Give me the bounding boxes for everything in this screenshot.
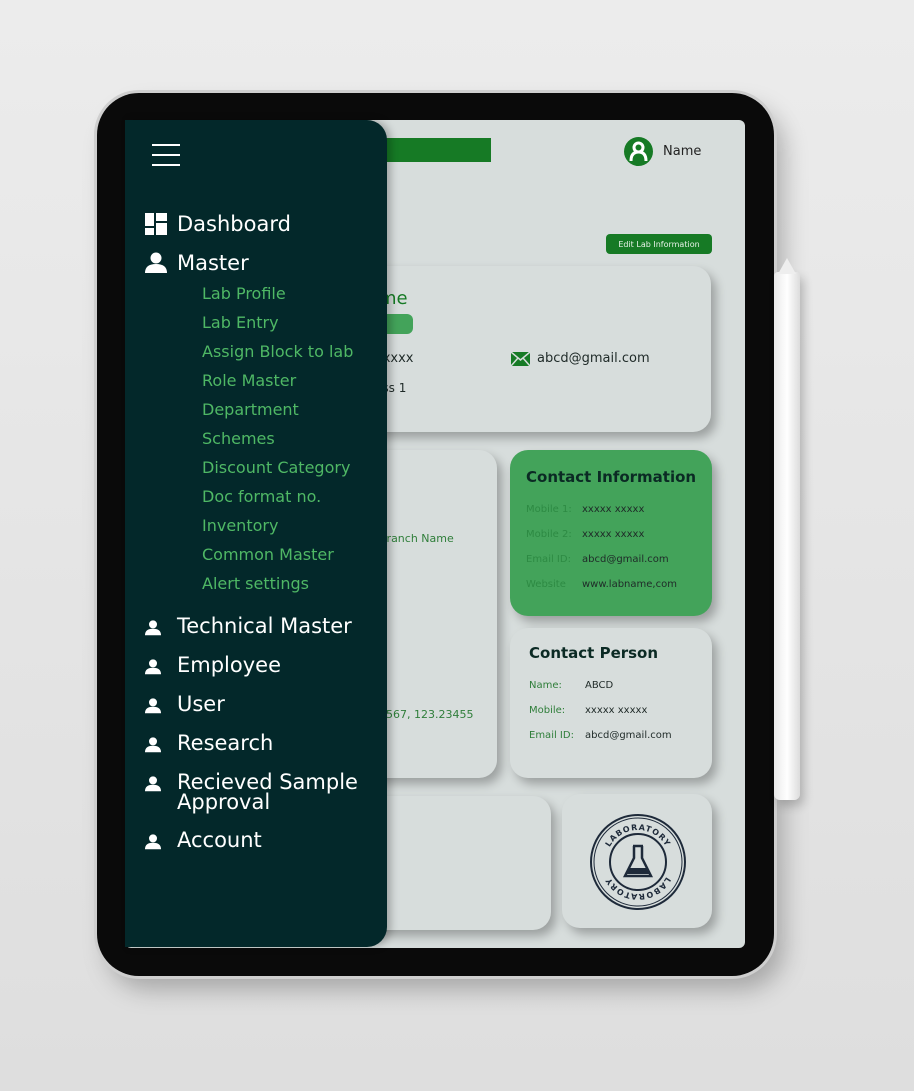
stylus (774, 258, 800, 800)
sidebar-item-label: User (177, 692, 225, 716)
contact-person-title: Contact Person (529, 644, 659, 662)
user-icon (145, 737, 161, 753)
sidebar-item[interactable]: Recieved Sample Approval (145, 770, 377, 814)
label: Mobile 1: (526, 504, 572, 515)
stamp-card: LABORATORY LABORATORY (562, 794, 712, 928)
sidebar-item-label: Account (177, 828, 262, 852)
contact-info-card: Contact Information Mobile 1: xxxxx xxxxx… (510, 450, 712, 616)
svg-text:LABORATORY: LABORATORY (604, 823, 673, 848)
sidebar: Dashboard Master Lab Profile Lab Entry Ass… (125, 120, 387, 947)
contact-info-title: Contact Information (526, 468, 697, 486)
sidebar-subitem[interactable]: Doc format no. (202, 487, 321, 506)
user-icon (145, 620, 161, 636)
user-icon (145, 834, 161, 850)
value: xxxxx xxxxx (582, 529, 645, 540)
branch-coordinates: 4567, 123.23455 (379, 708, 474, 721)
label: Name: (529, 680, 562, 691)
user-icon (145, 659, 161, 675)
label: Website (526, 579, 566, 590)
sidebar-item-label: Technical Master (177, 614, 352, 638)
value: xxxxx xxxxx (582, 504, 645, 515)
sidebar-item-label: Employee (177, 653, 282, 677)
label: Email ID: (526, 554, 571, 565)
sidebar-subitem[interactable]: Lab Entry (202, 313, 279, 332)
sidebar-subitem[interactable]: Role Master (202, 371, 296, 390)
svg-text:LABORATORY: LABORATORY (604, 876, 673, 901)
flask-icon (622, 844, 654, 878)
branch-name: Branch Name (379, 532, 454, 545)
sidebar-subitem[interactable]: Alert settings (202, 574, 309, 593)
sidebar-item[interactable]: User (145, 692, 377, 716)
contact-info-rows: Mobile 1: xxxxx xxxxx Mobile 2: xxxxx xxxx… (526, 504, 677, 604)
user-name[interactable]: Name (663, 144, 701, 159)
contact-person-rows: Name: ABCD Mobile: xxxxx xxxxx Email ID: ab… (529, 680, 672, 755)
edit-lab-info-button[interactable]: Edit Lab Information (606, 234, 712, 254)
sidebar-item-label: Recieved Sample Approval (177, 770, 358, 814)
envelope-icon (511, 352, 530, 366)
hamburger-icon[interactable] (152, 144, 180, 166)
sidebar-item-label: Dashboard (177, 212, 291, 236)
sidebar-item-dashboard[interactable]: Dashboard (145, 212, 291, 236)
user-icon (145, 252, 167, 273)
sidebar-item[interactable]: Research (145, 731, 377, 755)
value[interactable]: abcd@gmail.com (585, 730, 672, 755)
sidebar-item[interactable]: Employee (145, 653, 377, 677)
user-icon (145, 776, 161, 792)
sidebar-subitem[interactable]: Common Master (202, 545, 334, 564)
sidebar-subitem[interactable]: Department (202, 400, 299, 419)
label: Email ID: (529, 730, 574, 741)
label: Mobile: (529, 705, 566, 716)
laboratory-stamp: LABORATORY LABORATORY (590, 814, 686, 910)
dashboard-icon (145, 213, 167, 235)
sidebar-item-label: Research (177, 731, 274, 755)
label: Mobile 2: (526, 529, 572, 540)
sidebar-item-label: Master (177, 251, 249, 275)
sidebar-item[interactable]: Technical Master (145, 614, 377, 638)
user-icon (145, 698, 161, 714)
sidebar-item[interactable]: Account (145, 828, 377, 852)
lab-email[interactable]: abcd@gmail.com (537, 351, 650, 366)
sidebar-subitem[interactable]: Assign Block to lab (202, 342, 353, 361)
value: ABCD (585, 680, 614, 691)
sidebar-item-master[interactable]: Master (145, 251, 249, 275)
sidebar-subitem[interactable]: Schemes (202, 429, 275, 448)
value[interactable]: www.labname,com (582, 579, 677, 604)
contact-person-card: Contact Person Name: ABCD Mobile: xxxxx xx… (510, 628, 712, 778)
value[interactable]: abcd@gmail.com (582, 554, 669, 579)
header-bar (385, 138, 491, 162)
sidebar-subitem[interactable]: Inventory (202, 516, 278, 535)
sidebar-subitem[interactable]: Lab Profile (202, 284, 286, 303)
value: xxxxx xxxxx (585, 705, 648, 716)
sidebar-subitem[interactable]: Discount Category (202, 458, 350, 477)
user-circle-icon[interactable] (624, 137, 653, 166)
